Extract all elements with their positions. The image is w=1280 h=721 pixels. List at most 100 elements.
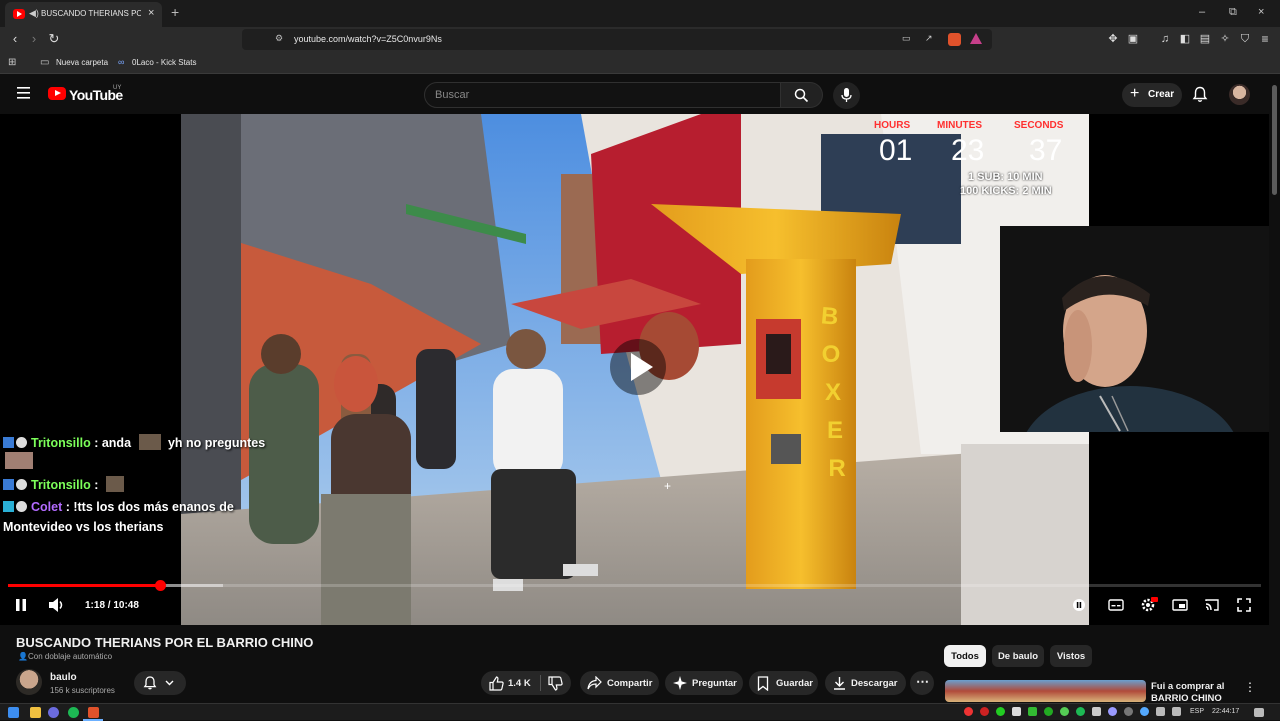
fullscreen-button[interactable] bbox=[1236, 597, 1252, 613]
search-button[interactable] bbox=[781, 82, 823, 108]
related-video-thumbnail[interactable] bbox=[945, 680, 1146, 702]
channel-avatar[interactable] bbox=[16, 669, 42, 695]
bookmark-folder[interactable]: Nueva carpeta bbox=[56, 58, 108, 67]
dubbing-indicator: 👤Con doblaje automático bbox=[18, 652, 112, 661]
scrollbar-thumb[interactable] bbox=[1272, 85, 1277, 195]
more-actions-button[interactable]: ⋯ bbox=[910, 671, 934, 695]
start-icon[interactable] bbox=[8, 707, 19, 718]
tray-icon[interactable] bbox=[1076, 707, 1085, 716]
search-input[interactable] bbox=[435, 87, 765, 103]
usb-icon[interactable] bbox=[1092, 707, 1101, 716]
tray-icon[interactable] bbox=[1044, 707, 1053, 716]
notification-center-icon[interactable] bbox=[1254, 708, 1264, 717]
tray-icon[interactable] bbox=[996, 707, 1005, 716]
pause-button[interactable] bbox=[14, 597, 28, 613]
tray-icon[interactable] bbox=[1108, 707, 1117, 716]
notifications-bell-icon[interactable] bbox=[1192, 86, 1208, 103]
reload-icon[interactable]: ↻ bbox=[47, 32, 61, 46]
speaker-icon[interactable]: ◀) bbox=[29, 8, 39, 19]
close-tab-icon[interactable]: × bbox=[148, 7, 154, 19]
discord-icon[interactable] bbox=[48, 707, 59, 718]
chat-username: Tritonsillo bbox=[31, 436, 91, 450]
brave-shield-icon[interactable] bbox=[948, 33, 961, 46]
reader-icon[interactable]: ◧ bbox=[1178, 32, 1192, 46]
account-avatar[interactable] bbox=[1229, 84, 1250, 105]
progress-scrubber[interactable] bbox=[155, 580, 166, 591]
chip-vistos[interactable]: Vistos bbox=[1050, 645, 1092, 667]
network-icon[interactable] bbox=[1156, 707, 1165, 716]
share-button[interactable]: Compartir bbox=[580, 671, 659, 695]
chip-de-baulo[interactable]: De baulo bbox=[992, 645, 1044, 667]
address-bar[interactable]: ⚙ youtube.com/watch?v=Z5C0nvur9Ns ▭ ↗ bbox=[242, 29, 992, 50]
settings-button[interactable] bbox=[1140, 597, 1158, 613]
chip-todos[interactable]: Todos bbox=[944, 645, 986, 667]
brave-icon[interactable] bbox=[88, 707, 99, 718]
tray-icon[interactable] bbox=[1012, 707, 1021, 716]
tray-icon[interactable] bbox=[1140, 707, 1149, 716]
browser-tab[interactable]: ◀) BUSCANDO THERIANS POR EL BARRIO CHINO… bbox=[5, 2, 162, 27]
folder-icon: ▭ bbox=[40, 57, 50, 68]
wallet-icon[interactable]: ▤ bbox=[1198, 32, 1212, 46]
language-indicator[interactable]: ESP bbox=[1190, 708, 1204, 715]
thumbs-down-icon[interactable] bbox=[548, 676, 563, 691]
volume-tray-icon[interactable] bbox=[1172, 707, 1181, 716]
miniplayer-button[interactable] bbox=[1172, 597, 1188, 613]
tray-icon[interactable] bbox=[964, 707, 973, 716]
forward-icon[interactable]: › bbox=[27, 32, 41, 46]
tray-icon[interactable] bbox=[1060, 707, 1069, 716]
more-vertical-icon[interactable]: ⋮ bbox=[1244, 680, 1256, 694]
create-button[interactable]: + Crear bbox=[1122, 83, 1182, 107]
subscription-bell-button[interactable] bbox=[134, 671, 186, 695]
autoplay-icon bbox=[1073, 599, 1085, 611]
chat-emote-icon bbox=[105, 476, 124, 492]
chat-username: Colet bbox=[31, 500, 63, 514]
vpn-icon[interactable]: ⛉ bbox=[1238, 32, 1252, 46]
windows-taskbar: ESP 22:44:17 bbox=[0, 703, 1280, 721]
tray-icon[interactable] bbox=[1028, 707, 1037, 716]
like-count[interactable]: 1.4 K bbox=[508, 678, 531, 689]
search-box[interactable] bbox=[424, 82, 781, 108]
cast-icon[interactable]: ▭ bbox=[902, 33, 911, 44]
channel-name[interactable]: baulo bbox=[50, 672, 77, 683]
menu-icon[interactable]: ≡ bbox=[1258, 32, 1272, 46]
related-video-title[interactable]: Fui a comprar al BARRIO CHINO bbox=[1151, 681, 1241, 703]
bookmark-kick-stats[interactable]: 0Laco - Kick Stats bbox=[132, 58, 196, 67]
voice-search-button[interactable] bbox=[833, 82, 860, 109]
video-player[interactable]: B O X E R + HOURS MINUTES SECONDS 01 23 … bbox=[0, 114, 1269, 625]
hamburger-menu-icon[interactable] bbox=[16, 85, 31, 100]
site-info-icon[interactable]: ⚙ bbox=[275, 33, 283, 44]
youtube-logo-icon[interactable] bbox=[48, 87, 66, 100]
sidebar-icon[interactable]: ▣ bbox=[1126, 32, 1140, 46]
chip-label: Todos bbox=[951, 651, 979, 662]
chat-text: : bbox=[90, 478, 102, 492]
spotify-icon[interactable] bbox=[68, 707, 79, 718]
page-scrollbar[interactable] bbox=[1269, 75, 1280, 703]
restore-icon[interactable]: ⧉ bbox=[1229, 6, 1237, 19]
taskbar-clock[interactable]: 22:44:17 bbox=[1212, 708, 1239, 715]
new-tab-icon[interactable]: + bbox=[171, 4, 179, 20]
brave-rewards-icon[interactable] bbox=[970, 33, 982, 44]
kick-badge-icon bbox=[16, 501, 27, 512]
extensions-icon[interactable]: ✥ bbox=[1106, 32, 1120, 46]
timer-label-hours: HOURS bbox=[874, 120, 911, 131]
subtitles-button[interactable] bbox=[1108, 597, 1124, 613]
media-icon[interactable]: ♫ bbox=[1158, 32, 1172, 46]
share-icon[interactable]: ↗ bbox=[925, 33, 933, 44]
back-icon[interactable]: ‹ bbox=[8, 32, 22, 46]
tray-icon[interactable] bbox=[980, 707, 989, 716]
cast-button[interactable] bbox=[1204, 597, 1220, 613]
save-button[interactable]: Guardar bbox=[749, 671, 818, 695]
close-window-icon[interactable]: × bbox=[1258, 6, 1264, 18]
thumbs-up-icon[interactable] bbox=[489, 676, 504, 691]
apps-grid-icon[interactable]: ⊞ bbox=[8, 57, 16, 68]
file-explorer-icon[interactable] bbox=[30, 707, 41, 718]
autoplay-toggle[interactable] bbox=[1072, 597, 1086, 613]
minimize-icon[interactable]: – bbox=[1199, 6, 1205, 18]
tray-icon[interactable] bbox=[1124, 707, 1133, 716]
leo-icon[interactable]: ✧ bbox=[1218, 32, 1232, 46]
download-button[interactable]: Descargar bbox=[825, 671, 906, 695]
ask-button[interactable]: Preguntar bbox=[665, 671, 743, 695]
kick-badge-icon bbox=[16, 479, 27, 490]
volume-button[interactable] bbox=[48, 597, 66, 613]
play-button-overlay[interactable] bbox=[610, 339, 666, 395]
